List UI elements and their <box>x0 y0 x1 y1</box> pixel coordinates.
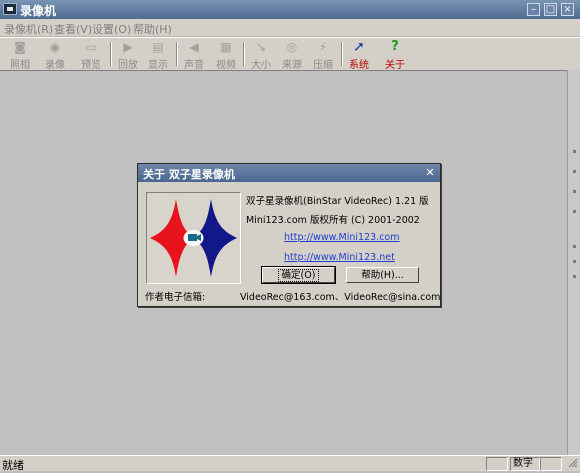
dialog-close-icon[interactable]: ✕ <box>424 167 436 179</box>
menu-bar: 录像机(R) 查看(V) 设置(O) 帮助(H) <box>0 19 580 37</box>
toolbar-separator <box>176 42 178 66</box>
window-title-bar[interactable]: 录像机 – □ × <box>0 0 580 19</box>
compress-icon: ⚡ <box>318 40 328 54</box>
toolbar-video-label: 视频 <box>216 60 236 71</box>
status-ready-text: 就绪 <box>2 459 24 472</box>
status-pane <box>540 457 562 471</box>
product-name: 双子星录像机(BinStar VideoRec) 1.21 版 <box>246 196 429 207</box>
pane-tick <box>573 260 576 263</box>
menu-view[interactable]: 查看(V) <box>54 21 92 37</box>
dialog-title: 关于 双子星录像机 <box>143 168 235 181</box>
logo-stars-icon <box>150 199 237 277</box>
toolbar-separator <box>341 42 343 66</box>
app-camera-icon <box>3 3 17 15</box>
toolbar-compress-label: 压缩 <box>313 60 333 71</box>
toolbar-separator <box>243 42 245 66</box>
ok-button[interactable]: 确定(O) <box>261 266 336 284</box>
toolbar-source-label: 来源 <box>282 60 302 71</box>
toolbar-record-button[interactable]: ◉ 录像 <box>40 39 70 71</box>
toolbar-separator <box>110 42 112 66</box>
toolbar-system-button[interactable]: ➚ 系统 <box>344 39 374 71</box>
toolbar-sound-label: 声音 <box>184 60 204 71</box>
toolbar-compress-button[interactable]: ⚡ 压缩 <box>308 39 338 71</box>
play-icon: ▶ <box>123 40 133 54</box>
status-pane <box>486 457 508 471</box>
status-num-indicator: 数字 <box>510 457 540 471</box>
toolbar-about-label: 关于 <box>385 60 405 71</box>
toolbar-preview-label: 预览 <box>81 60 101 71</box>
toolbar-source-button[interactable]: ◎ 来源 <box>277 39 307 71</box>
pane-tick <box>573 170 576 173</box>
toolbar-photo-label: 照相 <box>10 60 30 71</box>
ok-button-label: 确定(O) <box>277 269 320 282</box>
pane-tick <box>573 245 576 248</box>
pane-tick <box>573 190 576 193</box>
dialog-title-bar[interactable]: 关于 双子星录像机 ✕ <box>138 164 440 182</box>
help-button-label: 帮助(H)... <box>361 270 404 281</box>
copyright-text: Mini123.com 版权所有 (C) 2001-2002 <box>246 215 420 226</box>
video-icon: ▦ <box>220 40 232 54</box>
toolbar-size-label: 大小 <box>251 60 271 71</box>
toolbar-preview-button[interactable]: ▭ 预览 <box>76 39 106 71</box>
toolbar-video-button[interactable]: ▦ 视频 <box>211 39 241 71</box>
about-dialog: 关于 双子星录像机 ✕ 双子星录像机(BinStar VideoRec) 1.2… <box>137 163 441 307</box>
email-label: 作者电子信箱: <box>145 292 206 303</box>
toolbar-playback-label: 回放 <box>118 60 138 71</box>
help-icon: ? <box>391 39 399 54</box>
toolbar-playback-button[interactable]: ▶ 回放 <box>113 39 143 71</box>
toolbar-display-button[interactable]: ▤ 显示 <box>143 39 173 71</box>
toolbar-sound-button[interactable]: ◀ 声音 <box>179 39 209 71</box>
pane-tick <box>573 150 576 153</box>
toolbar-system-label: 系统 <box>349 60 369 71</box>
email-addresses: VideoRec@163.com、VideoRec@sina.com <box>240 292 441 303</box>
resize-grip-icon[interactable] <box>568 458 578 468</box>
pane-tick <box>573 275 576 278</box>
maximize-icon[interactable]: □ <box>544 3 557 16</box>
right-side-pane <box>567 70 580 456</box>
display-icon: ▤ <box>152 40 164 54</box>
toolbar-display-label: 显示 <box>148 60 168 71</box>
preview-icon: ▭ <box>85 40 97 54</box>
source-icon: ◎ <box>286 40 298 54</box>
minimize-icon[interactable]: – <box>527 3 540 16</box>
website-link-com[interactable]: http://www.Mini123.com <box>284 232 400 243</box>
record-icon: ◉ <box>49 40 61 54</box>
speaker-icon: ◀ <box>189 40 199 54</box>
toolbar-size-button[interactable]: ↘ 大小 <box>246 39 276 71</box>
close-icon[interactable]: × <box>561 3 574 16</box>
toolbar: ◙ 照相 ◉ 录像 ▭ 预览 ▶ 回放 ▤ 显示 ◀ 声音 ▦ 视频 ↘ 大小 … <box>0 37 580 71</box>
camera-icon: ◙ <box>14 40 26 54</box>
resize-icon: ↘ <box>255 40 267 54</box>
toolbar-record-label: 录像 <box>45 60 65 71</box>
window-title: 录像机 <box>20 4 57 18</box>
binstar-logo <box>146 192 241 284</box>
website-link-net[interactable]: http://www.Mini123.net <box>284 252 395 263</box>
menu-recorder[interactable]: 录像机(R) <box>4 21 53 37</box>
pane-tick <box>573 210 576 213</box>
toolbar-about-button[interactable]: ? 关于 <box>380 39 410 71</box>
status-bar: 就绪 数字 <box>0 455 580 472</box>
help-button[interactable]: 帮助(H)... <box>346 267 419 283</box>
cursor-icon: ➚ <box>353 39 365 55</box>
menu-help[interactable]: 帮助(H) <box>133 21 172 37</box>
menu-settings[interactable]: 设置(O) <box>92 21 131 37</box>
toolbar-photo-button[interactable]: ◙ 照相 <box>5 39 35 71</box>
